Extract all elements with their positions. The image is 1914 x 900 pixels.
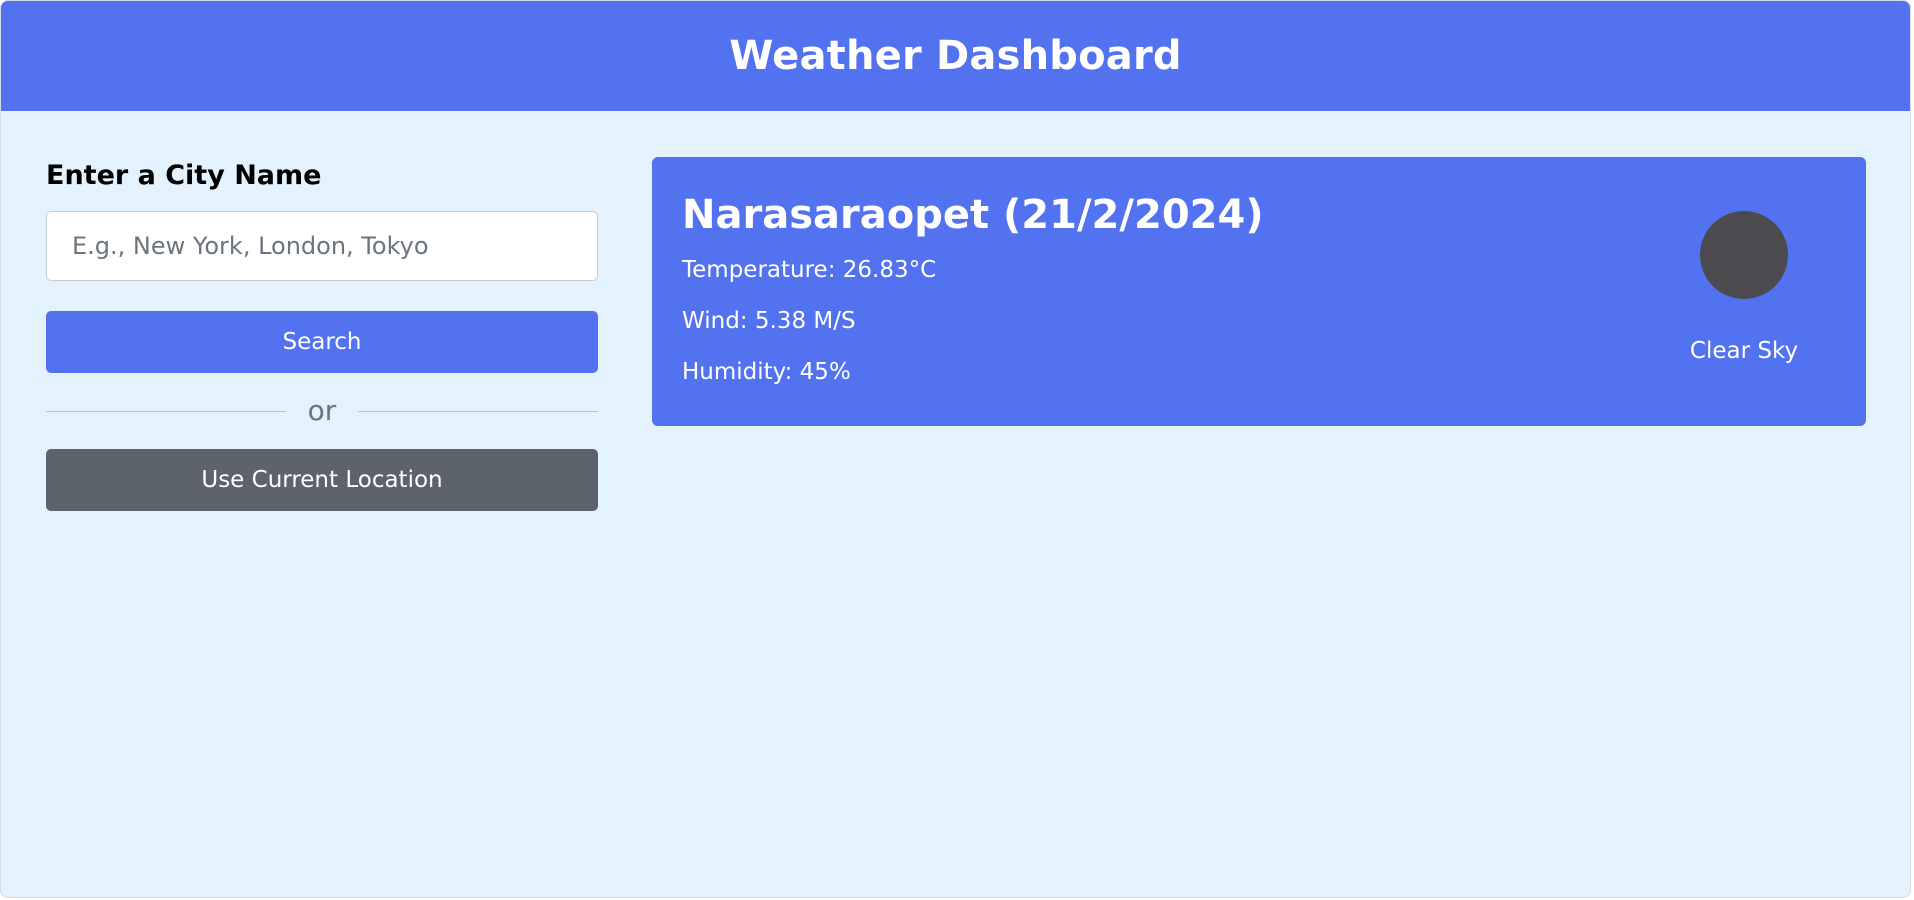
weather-condition-text: Clear Sky [1689, 338, 1799, 364]
app-header: Weather Dashboard [1, 1, 1910, 111]
weather-app: Weather Dashboard Enter a City Name Sear… [0, 0, 1911, 898]
weather-icon [1700, 211, 1788, 299]
page-title: Weather Dashboard [729, 33, 1182, 79]
or-separator: or [46, 373, 598, 449]
city-search-input[interactable] [46, 211, 598, 281]
wind-text: Wind: 5.38 M/S [682, 308, 856, 334]
temperature-text: Temperature: 26.83°C [682, 257, 937, 283]
city-input-label: Enter a City Name [46, 160, 322, 191]
city-date-title: Narasaraopet (21/2/2024) [682, 192, 1264, 238]
weather-icon-block: Clear Sky [1674, 211, 1814, 365]
humidity-text: Humidity: 45% [682, 359, 851, 385]
separator-line-right [358, 410, 598, 412]
current-weather-card: Narasaraopet (21/2/2024) Temperature: 26… [652, 157, 1866, 426]
search-panel: Enter a City Name Search or Use Current … [46, 159, 598, 511]
weather-details: Narasaraopet (21/2/2024) Temperature: 26… [682, 191, 1836, 386]
search-button[interactable]: Search [46, 311, 598, 373]
separator-text: or [307, 394, 337, 427]
separator-line-left [46, 410, 286, 412]
use-current-location-button[interactable]: Use Current Location [46, 449, 598, 511]
